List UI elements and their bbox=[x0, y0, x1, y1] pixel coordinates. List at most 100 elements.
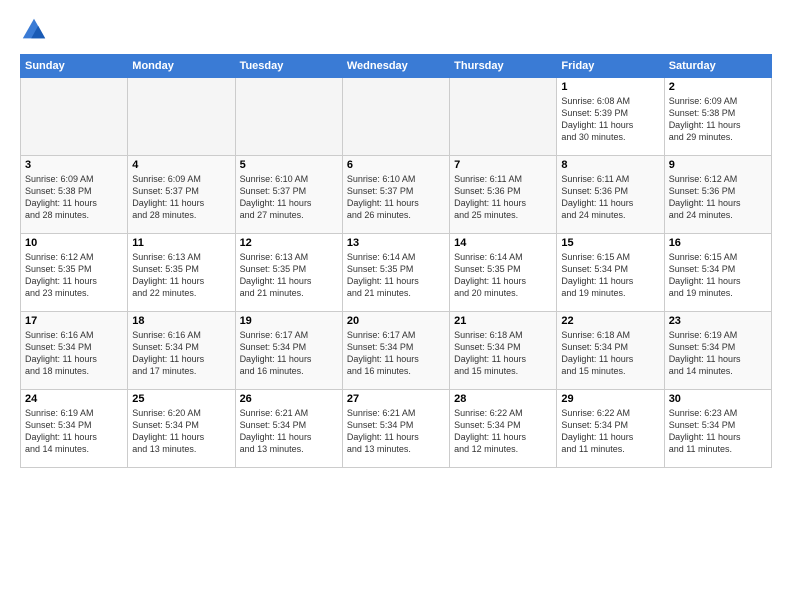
day-number: 6 bbox=[347, 159, 445, 171]
day-info: Sunrise: 6:22 AM Sunset: 5:34 PM Dayligh… bbox=[561, 407, 659, 456]
day-info: Sunrise: 6:12 AM Sunset: 5:36 PM Dayligh… bbox=[669, 173, 767, 222]
day-info: Sunrise: 6:13 AM Sunset: 5:35 PM Dayligh… bbox=[132, 251, 230, 300]
day-info: Sunrise: 6:17 AM Sunset: 5:34 PM Dayligh… bbox=[240, 329, 338, 378]
day-info: Sunrise: 6:15 AM Sunset: 5:34 PM Dayligh… bbox=[669, 251, 767, 300]
day-number: 21 bbox=[454, 315, 552, 327]
day-number: 22 bbox=[561, 315, 659, 327]
day-info: Sunrise: 6:16 AM Sunset: 5:34 PM Dayligh… bbox=[25, 329, 123, 378]
day-number: 29 bbox=[561, 393, 659, 405]
day-number: 9 bbox=[669, 159, 767, 171]
day-number: 19 bbox=[240, 315, 338, 327]
calendar-cell: 4 Sunrise: 6:09 AM Sunset: 5:37 PM Daylig… bbox=[128, 156, 235, 234]
day-number: 24 bbox=[25, 393, 123, 405]
calendar-cell bbox=[342, 78, 449, 156]
calendar-cell: 26Sunrise: 6:21 AM Sunset: 5:34 PM Dayli… bbox=[235, 390, 342, 468]
day-info: Sunrise: 6:09 AM Sunset: 5:37 PM Dayligh… bbox=[132, 173, 230, 222]
day-info: Sunrise: 6:18 AM Sunset: 5:34 PM Dayligh… bbox=[454, 329, 552, 378]
day-info: Sunrise: 6:10 AM Sunset: 5:37 PM Dayligh… bbox=[240, 173, 338, 222]
logo-icon bbox=[20, 16, 48, 44]
day-number: 1 bbox=[561, 81, 659, 93]
calendar-cell: 23Sunrise: 6:19 AM Sunset: 5:34 PM Dayli… bbox=[664, 312, 771, 390]
header bbox=[20, 16, 772, 44]
day-number: 12 bbox=[240, 237, 338, 249]
calendar: SundayMondayTuesdayWednesdayThursdayFrid… bbox=[20, 54, 772, 468]
day-header-saturday: Saturday bbox=[664, 55, 771, 78]
calendar-cell: 9 Sunrise: 6:12 AM Sunset: 5:36 PM Daylig… bbox=[664, 156, 771, 234]
calendar-cell: 20 Sunrise: 6:17 AM Sunset: 5:34 PM Dayli… bbox=[342, 312, 449, 390]
day-info: Sunrise: 6:14 AM Sunset: 5:35 PM Dayligh… bbox=[347, 251, 445, 300]
day-header-monday: Monday bbox=[128, 55, 235, 78]
day-info: Sunrise: 6:12 AM Sunset: 5:35 PM Dayligh… bbox=[25, 251, 123, 300]
calendar-cell: 1Sunrise: 6:08 AM Sunset: 5:39 PM Daylig… bbox=[557, 78, 664, 156]
day-number: 3 bbox=[25, 159, 123, 171]
day-number: 20 bbox=[347, 315, 445, 327]
day-number: 16 bbox=[669, 237, 767, 249]
day-info: Sunrise: 6:21 AM Sunset: 5:34 PM Dayligh… bbox=[347, 407, 445, 456]
logo bbox=[20, 16, 52, 44]
calendar-header: SundayMondayTuesdayWednesdayThursdayFrid… bbox=[21, 55, 772, 78]
calendar-cell: 30 Sunrise: 6:23 AM Sunset: 5:34 PM Dayli… bbox=[664, 390, 771, 468]
day-info: Sunrise: 6:14 AM Sunset: 5:35 PM Dayligh… bbox=[454, 251, 552, 300]
day-number: 15 bbox=[561, 237, 659, 249]
calendar-cell: 27 Sunrise: 6:21 AM Sunset: 5:34 PM Dayli… bbox=[342, 390, 449, 468]
day-header-tuesday: Tuesday bbox=[235, 55, 342, 78]
calendar-cell: 24 Sunrise: 6:19 AM Sunset: 5:34 PM Dayli… bbox=[21, 390, 128, 468]
day-number: 5 bbox=[240, 159, 338, 171]
day-info: Sunrise: 6:09 AM Sunset: 5:38 PM Dayligh… bbox=[25, 173, 123, 222]
day-number: 26 bbox=[240, 393, 338, 405]
calendar-week-3: 10 Sunrise: 6:12 AM Sunset: 5:35 PM Dayli… bbox=[21, 234, 772, 312]
calendar-cell: 16 Sunrise: 6:15 AM Sunset: 5:34 PM Dayli… bbox=[664, 234, 771, 312]
calendar-cell: 6 Sunrise: 6:10 AM Sunset: 5:37 PM Daylig… bbox=[342, 156, 449, 234]
day-number: 17 bbox=[25, 315, 123, 327]
calendar-cell: 11 Sunrise: 6:13 AM Sunset: 5:35 PM Dayli… bbox=[128, 234, 235, 312]
day-number: 2 bbox=[669, 81, 767, 93]
calendar-cell: 22 Sunrise: 6:18 AM Sunset: 5:34 PM Dayli… bbox=[557, 312, 664, 390]
calendar-week-1: 1Sunrise: 6:08 AM Sunset: 5:39 PM Daylig… bbox=[21, 78, 772, 156]
calendar-cell bbox=[450, 78, 557, 156]
calendar-cell: 21 Sunrise: 6:18 AM Sunset: 5:34 PM Dayli… bbox=[450, 312, 557, 390]
calendar-cell: 15 Sunrise: 6:15 AM Sunset: 5:34 PM Dayli… bbox=[557, 234, 664, 312]
calendar-cell bbox=[128, 78, 235, 156]
calendar-cell: 2 Sunrise: 6:09 AM Sunset: 5:38 PM Daylig… bbox=[664, 78, 771, 156]
page: SundayMondayTuesdayWednesdayThursdayFrid… bbox=[0, 0, 792, 612]
day-number: 10 bbox=[25, 237, 123, 249]
calendar-cell: 28 Sunrise: 6:22 AM Sunset: 5:34 PM Dayli… bbox=[450, 390, 557, 468]
day-info: Sunrise: 6:15 AM Sunset: 5:34 PM Dayligh… bbox=[561, 251, 659, 300]
day-number: 14 bbox=[454, 237, 552, 249]
day-info: Sunrise: 6:23 AM Sunset: 5:34 PM Dayligh… bbox=[669, 407, 767, 456]
day-number: 25 bbox=[132, 393, 230, 405]
calendar-cell: 25 Sunrise: 6:20 AM Sunset: 5:34 PM Dayli… bbox=[128, 390, 235, 468]
day-number: 13 bbox=[347, 237, 445, 249]
day-header-thursday: Thursday bbox=[450, 55, 557, 78]
day-info: Sunrise: 6:17 AM Sunset: 5:34 PM Dayligh… bbox=[347, 329, 445, 378]
day-number: 18 bbox=[132, 315, 230, 327]
calendar-week-5: 24 Sunrise: 6:19 AM Sunset: 5:34 PM Dayli… bbox=[21, 390, 772, 468]
calendar-week-4: 17 Sunrise: 6:16 AM Sunset: 5:34 PM Dayli… bbox=[21, 312, 772, 390]
calendar-cell: 12 Sunrise: 6:13 AM Sunset: 5:35 PM Dayli… bbox=[235, 234, 342, 312]
day-number: 7 bbox=[454, 159, 552, 171]
calendar-cell: 7 Sunrise: 6:11 AM Sunset: 5:36 PM Daylig… bbox=[450, 156, 557, 234]
day-info: Sunrise: 6:13 AM Sunset: 5:35 PM Dayligh… bbox=[240, 251, 338, 300]
calendar-cell: 19 Sunrise: 6:17 AM Sunset: 5:34 PM Dayli… bbox=[235, 312, 342, 390]
day-number: 27 bbox=[347, 393, 445, 405]
day-info: Sunrise: 6:22 AM Sunset: 5:34 PM Dayligh… bbox=[454, 407, 552, 456]
day-header-wednesday: Wednesday bbox=[342, 55, 449, 78]
day-info: Sunrise: 6:18 AM Sunset: 5:34 PM Dayligh… bbox=[561, 329, 659, 378]
day-info: Sunrise: 6:20 AM Sunset: 5:34 PM Dayligh… bbox=[132, 407, 230, 456]
day-number: 23 bbox=[669, 315, 767, 327]
day-info: Sunrise: 6:11 AM Sunset: 5:36 PM Dayligh… bbox=[454, 173, 552, 222]
calendar-cell bbox=[235, 78, 342, 156]
day-info: Sunrise: 6:19 AM Sunset: 5:34 PM Dayligh… bbox=[25, 407, 123, 456]
day-number: 28 bbox=[454, 393, 552, 405]
day-number: 4 bbox=[132, 159, 230, 171]
day-info: Sunrise: 6:09 AM Sunset: 5:38 PM Dayligh… bbox=[669, 95, 767, 144]
day-number: 30 bbox=[669, 393, 767, 405]
day-number: 11 bbox=[132, 237, 230, 249]
day-info: Sunrise: 6:16 AM Sunset: 5:34 PM Dayligh… bbox=[132, 329, 230, 378]
calendar-cell: 10 Sunrise: 6:12 AM Sunset: 5:35 PM Dayli… bbox=[21, 234, 128, 312]
calendar-cell bbox=[21, 78, 128, 156]
day-info: Sunrise: 6:10 AM Sunset: 5:37 PM Dayligh… bbox=[347, 173, 445, 222]
calendar-week-2: 3 Sunrise: 6:09 AM Sunset: 5:38 PM Daylig… bbox=[21, 156, 772, 234]
calendar-cell: 14 Sunrise: 6:14 AM Sunset: 5:35 PM Dayli… bbox=[450, 234, 557, 312]
day-number: 8 bbox=[561, 159, 659, 171]
